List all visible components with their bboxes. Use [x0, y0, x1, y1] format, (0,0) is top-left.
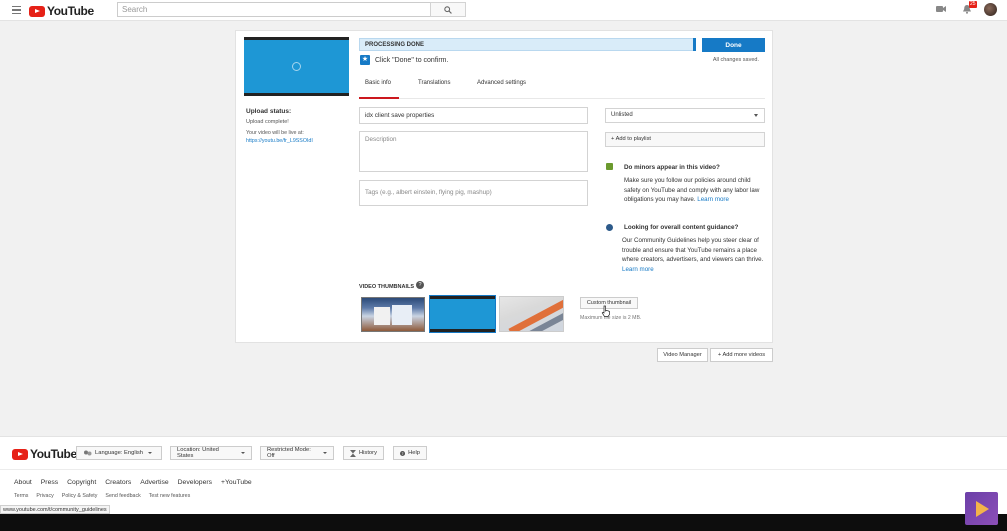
chevron-down-icon — [754, 114, 758, 117]
search-button[interactable] — [430, 2, 466, 17]
thumbnails-label: VIDEO THUMBNAILS — [359, 284, 414, 290]
globe-icon — [606, 224, 613, 231]
bottom-bar — [0, 514, 1007, 531]
star-icon: ★ — [360, 55, 370, 65]
language-button[interactable]: Language: English — [76, 446, 162, 460]
logo-text: YouTube — [47, 4, 94, 18]
done-button[interactable]: Done — [702, 38, 765, 52]
tab-advanced-settings[interactable]: Advanced settings — [477, 80, 526, 86]
minors-learn-more-link[interactable]: Learn more — [697, 196, 729, 203]
help-icon[interactable]: ? — [416, 281, 424, 289]
svg-text:?: ? — [402, 451, 404, 455]
chevron-down-icon — [323, 452, 327, 454]
location-label: Location: United States — [177, 447, 219, 459]
saved-status: All changes saved. — [712, 57, 759, 63]
footer-link-copyright[interactable]: Copyright — [67, 479, 96, 486]
guidance-title: Looking for overall content guidance? — [624, 224, 739, 231]
footer-link-test-features[interactable]: Test new features — [149, 493, 191, 499]
footer-link-creators[interactable]: Creators — [105, 479, 131, 486]
thumbnail-option-1[interactable] — [361, 297, 425, 332]
footer-link-plus-youtube[interactable]: +YouTube — [221, 479, 252, 486]
processing-progress — [693, 38, 696, 51]
footer-link-developers[interactable]: Developers — [178, 479, 212, 486]
tab-divider — [359, 98, 765, 99]
chevron-down-icon — [148, 452, 153, 454]
title-input[interactable]: idx client save properties — [359, 107, 588, 124]
privacy-select[interactable]: Unlisted — [605, 108, 765, 123]
avatar[interactable] — [984, 3, 997, 16]
youtube-play-icon — [29, 5, 45, 17]
guidance-learn-more-link[interactable]: Learn more — [622, 266, 654, 273]
status-bar-url: www.youtube.com/t/community_guidelines — [0, 505, 110, 514]
confirm-text: Click "Done" to confirm. — [375, 57, 449, 64]
description-input[interactable]: Description — [359, 131, 588, 172]
footer-logo[interactable]: YouTube — [12, 447, 77, 461]
notification-badge: 25 — [969, 1, 977, 8]
footer-primary-links: About Press Copyright Creators Advertise… — [14, 479, 252, 486]
active-tab-indicator — [359, 97, 399, 99]
footer-link-terms[interactable]: Terms — [14, 493, 28, 499]
upload-complete-text: Upload complete! — [246, 119, 289, 125]
search-icon — [444, 5, 452, 14]
add-to-playlist-button[interactable]: + Add to playlist — [605, 132, 765, 147]
chevron-down-icon — [241, 452, 245, 454]
footer-logo-text: YouTube — [30, 447, 77, 461]
video-manager-button[interactable]: Video Manager — [657, 348, 708, 362]
search-input[interactable]: Search — [117, 2, 431, 17]
live-at-text: Your video will be live at: — [246, 130, 304, 136]
watermark-logo — [965, 492, 998, 525]
tags-input[interactable]: Tags (e.g., albert einstein, flying pig,… — [359, 180, 588, 206]
add-more-videos-button[interactable]: + Add more videos — [710, 348, 773, 362]
help-icon: ? — [400, 450, 406, 456]
footer-link-privacy[interactable]: Privacy — [36, 493, 53, 499]
help-button[interactable]: ? Help — [393, 446, 427, 460]
processing-bar: PROCESSING DONE — [359, 38, 695, 51]
menu-icon[interactable] — [12, 6, 21, 14]
footer-link-policy-safety[interactable]: Policy & Safety — [62, 493, 98, 499]
minors-text: Make sure you follow our policies around… — [624, 177, 760, 203]
footer-link-send-feedback[interactable]: Send feedback — [105, 493, 140, 499]
footer-link-about[interactable]: About — [14, 479, 32, 486]
upload-status-label: Upload status: — [246, 108, 292, 115]
restricted-label: Restricted Mode: Off — [267, 447, 311, 459]
history-label: History — [358, 450, 377, 456]
tab-basic-info[interactable]: Basic info — [365, 80, 391, 86]
youtube-play-icon — [12, 448, 28, 460]
history-button[interactable]: History — [343, 446, 384, 460]
language-icon — [84, 450, 92, 455]
restricted-mode-button[interactable]: Restricted Mode: Off — [260, 446, 334, 460]
thumbnail-option-3[interactable] — [499, 296, 564, 332]
check-circle-icon — [292, 62, 301, 71]
video-link[interactable]: https://youtu.be/fr_L9SSOIdI — [246, 138, 313, 144]
video-camera-icon[interactable] — [936, 5, 946, 13]
thumbnail-option-2[interactable] — [429, 295, 496, 333]
location-button[interactable]: Location: United States — [170, 446, 252, 460]
minors-title: Do minors appear in this video? — [624, 164, 720, 171]
youtube-logo[interactable]: YouTube — [29, 4, 94, 18]
guidance-text: Our Community Guidelines help you steer … — [622, 237, 764, 263]
minors-body: Make sure you follow our policies around… — [624, 176, 767, 205]
help-label: Help — [408, 450, 420, 456]
footer-link-advertise[interactable]: Advertise — [140, 479, 168, 486]
language-label: Language: English — [95, 450, 144, 456]
guidance-body: Our Community Guidelines help you steer … — [622, 236, 767, 274]
footer-secondary-links: Terms Privacy Policy & Safety Send feedb… — [14, 493, 190, 499]
tab-translations[interactable]: Translations — [418, 80, 450, 86]
hourglass-icon — [350, 449, 356, 457]
footer-divider — [0, 469, 1007, 470]
shield-icon — [606, 163, 613, 170]
hand-cursor-icon — [601, 305, 610, 317]
footer-link-press[interactable]: Press — [41, 479, 58, 486]
